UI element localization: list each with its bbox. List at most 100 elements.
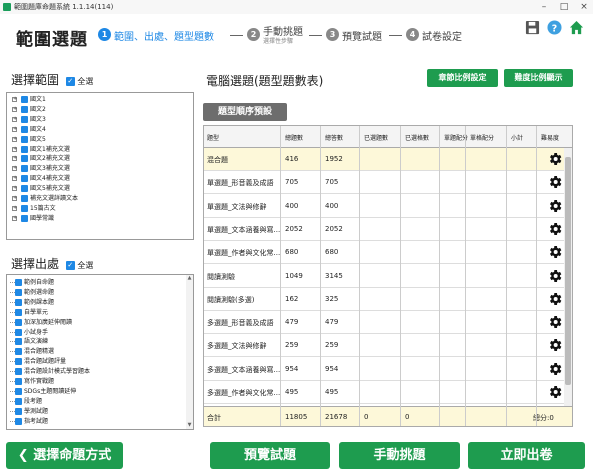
expand-icon[interactable]: + [12, 156, 17, 162]
gear-icon[interactable] [547, 314, 563, 330]
gear-icon[interactable] [547, 361, 563, 377]
checkbox-icon[interactable] [15, 348, 22, 356]
checkbox-icon[interactable] [15, 417, 22, 425]
checkbox-icon[interactable] [21, 185, 28, 193]
scroll-down-icon[interactable]: ▼ [186, 422, 193, 429]
total-cell: 162 [285, 294, 299, 303]
table-row[interactable]: 單選題_文本涵養與寫... 2052 2052 [204, 218, 566, 241]
preview-button[interactable]: 預覽試題 [210, 442, 330, 469]
expand-icon[interactable]: + [12, 126, 17, 132]
expand-icon[interactable]: + [12, 205, 17, 211]
checkbox-icon[interactable] [15, 368, 22, 376]
type-order-button[interactable]: 題型順序預設 [203, 103, 287, 121]
expand-icon[interactable]: + [12, 166, 17, 172]
expand-icon[interactable]: + [12, 136, 17, 142]
difficulty-ratio-button[interactable]: 難度比例顯示 [504, 69, 573, 87]
checkbox-icon[interactable] [15, 387, 22, 395]
checkbox-icon[interactable] [21, 96, 28, 103]
back-button[interactable]: ❮ 選擇命題方式 [6, 442, 123, 469]
checkbox-icon[interactable] [15, 338, 22, 346]
scroll-up-icon[interactable]: ▲ [186, 275, 193, 282]
close-icon[interactable]: × [575, 0, 593, 14]
expand-icon[interactable]: + [12, 106, 17, 112]
checkbox-icon[interactable] [15, 407, 22, 415]
maximize-icon[interactable]: □ [555, 0, 573, 14]
source-select-all[interactable]: ✓ 全選 [65, 261, 93, 270]
checkbox-icon[interactable] [15, 308, 22, 316]
table-scrollbar[interactable] [564, 148, 572, 406]
checkbox-icon[interactable] [21, 145, 28, 153]
checkbox-icon[interactable] [21, 214, 28, 222]
column-header[interactable]: 已選題數 [361, 133, 388, 142]
help-icon[interactable]: ? [547, 20, 562, 35]
table-row[interactable]: 多選題_作者與文化常... 495 495 [204, 381, 566, 404]
save-icon[interactable] [525, 20, 540, 35]
chapter-ratio-button[interactable]: 章節比例設定 [427, 69, 498, 87]
expand-icon[interactable]: + [12, 116, 17, 122]
type-cell: 混合題 [207, 156, 228, 164]
checkbox-icon[interactable] [15, 288, 22, 296]
table-row[interactable]: 多選題_文本涵養與寫... 954 954 [204, 358, 566, 381]
home-icon[interactable] [569, 20, 584, 35]
gear-icon[interactable] [547, 151, 563, 167]
range-section-title: 選擇範圍 ✓ 全選 [11, 71, 93, 88]
gear-icon[interactable] [547, 174, 563, 190]
checkbox-icon[interactable] [21, 115, 28, 123]
table-row[interactable]: 單選題_文法與修辭 400 400 [204, 195, 566, 218]
checkbox-icon[interactable] [21, 175, 28, 183]
answers-cell: 259 [325, 341, 339, 350]
source-tree[interactable]: ▲ ▼ 範例自命題 範例選命題 範例課本題 自學單元 加深加廣延伸閱讀 小試身手 語文演練混… [6, 274, 194, 430]
checkbox-icon[interactable] [21, 165, 28, 173]
table-row[interactable]: 多選題_形音義及成語 479 479 [204, 311, 566, 335]
expand-icon[interactable]: + [12, 215, 17, 221]
column-header[interactable]: 已選格數 [402, 133, 429, 142]
column-header[interactable]: 單題配分 [441, 133, 468, 142]
column-header[interactable]: 題型 [204, 133, 219, 142]
column-header[interactable]: 小計 [508, 133, 523, 142]
expand-icon[interactable]: + [12, 196, 17, 201]
table-row[interactable]: 混合題 416 1952 [204, 148, 566, 171]
column-header[interactable]: 單格配分 [467, 133, 494, 142]
table-row[interactable]: 閱讀測驗(多選) 162 325 [204, 288, 566, 311]
checkbox-icon[interactable] [15, 279, 22, 286]
gear-icon[interactable] [547, 384, 563, 400]
select-all-label: 全選 [77, 77, 94, 86]
expand-icon[interactable]: + [12, 176, 17, 182]
table-row[interactable]: 閱讀測驗 1049 3145 [204, 265, 566, 288]
scroll-thumb[interactable] [565, 157, 571, 385]
gear-icon[interactable] [547, 198, 563, 214]
checkbox-icon[interactable] [15, 378, 22, 385]
expand-icon[interactable]: + [12, 146, 17, 152]
checkbox-icon[interactable] [15, 358, 22, 366]
table-row[interactable]: 單選題_形音義及成語 705 705 [204, 171, 566, 195]
checkbox-icon[interactable] [21, 155, 28, 163]
table-header: 題型 總題數 總答數 已選題數 已選格數 單題配分 單格配分 小計 難易度 [204, 126, 572, 148]
manual-pick-button[interactable]: 手動挑題 [339, 442, 460, 469]
table-row[interactable]: 多選題_文法與修辭 259 259 [204, 334, 566, 358]
range-select-all[interactable]: ✓ 全選 [65, 77, 94, 86]
column-header[interactable]: 總題數 [282, 133, 303, 142]
checkbox-icon[interactable] [21, 125, 28, 133]
gear-icon[interactable] [547, 291, 563, 307]
gear-icon[interactable] [547, 221, 563, 237]
expand-icon[interactable]: + [12, 186, 17, 192]
minimize-icon[interactable]: – [535, 0, 553, 14]
checkbox-icon[interactable] [21, 195, 28, 202]
column-header[interactable]: 總答數 [322, 133, 343, 142]
column-header[interactable]: 難易度 [538, 133, 559, 142]
gear-icon[interactable] [547, 244, 563, 260]
gear-icon[interactable] [547, 268, 563, 284]
checkbox-icon[interactable] [21, 105, 28, 113]
publish-button[interactable]: 立即出卷 [468, 442, 585, 469]
source-scrollbar[interactable]: ▲ ▼ [186, 275, 193, 429]
gear-icon[interactable] [547, 337, 563, 353]
checkbox-icon[interactable] [15, 328, 22, 336]
checkbox-icon[interactable] [15, 298, 22, 306]
checkbox-icon[interactable] [21, 135, 28, 143]
table-row[interactable]: 單選題_作者與文化常... 680 680 [204, 241, 566, 265]
checkbox-icon[interactable] [21, 204, 28, 212]
range-tree[interactable]: + 國文1 + 國文2 + 國文3 + 國文4 + 國文5 + 國文1補充文選 + 國文2補充文選 + 國文3… [6, 92, 194, 240]
checkbox-icon[interactable] [15, 318, 22, 326]
checkbox-icon[interactable] [15, 397, 22, 405]
expand-icon[interactable]: + [12, 97, 17, 102]
